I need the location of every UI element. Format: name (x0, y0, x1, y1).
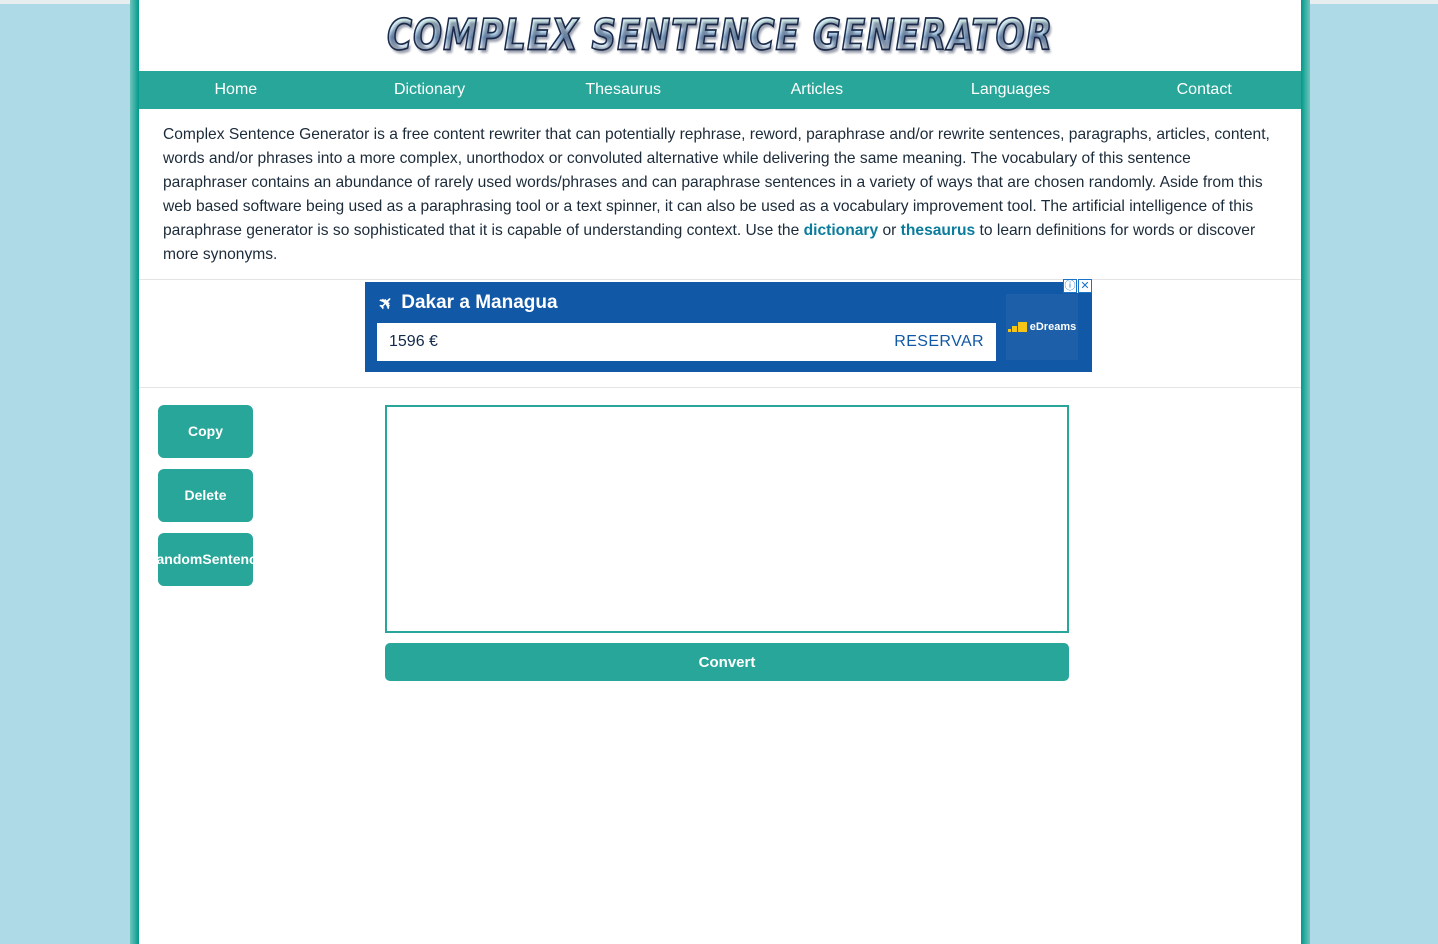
ad-headline-text: Dakar a Managua (401, 292, 558, 313)
nav-item-home[interactable]: Home (139, 71, 333, 109)
intro-separator: or (878, 222, 901, 239)
advertisement-zone: ✈ Dakar a Managua 1596 € RESERVAR eDream… (139, 279, 1301, 388)
nav-item-thesaurus[interactable]: Thesaurus (526, 71, 720, 109)
edreams-squares-icon (1007, 322, 1027, 332)
ad-content: ✈ Dakar a Managua 1596 € RESERVAR (365, 282, 1006, 372)
dictionary-link[interactable]: dictionary (804, 222, 879, 239)
left-border-strip (130, 0, 139, 944)
nav-item-contact[interactable]: Contact (1107, 71, 1301, 109)
nav-item-dictionary[interactable]: Dictionary (333, 71, 527, 109)
random-sentence-button[interactable]: Random Sentence (146, 533, 265, 586)
ad-banner[interactable]: ✈ Dakar a Managua 1596 € RESERVAR eDream… (365, 279, 1092, 372)
ad-headline: ✈ Dakar a Managua (374, 291, 996, 315)
sentence-input[interactable] (385, 405, 1069, 633)
ad-reserve-button[interactable]: RESERVAR (894, 333, 984, 351)
intro-paragraph: Complex Sentence Generator is a free con… (163, 123, 1279, 267)
adchoices-controls: ⓘ ✕ (1063, 279, 1092, 293)
advertiser-name: eDreams (1029, 321, 1077, 333)
ad-price: 1596 € (389, 333, 438, 350)
generator-tool: Copy Delete Random Sentence Convert (139, 388, 1301, 681)
site-header: Complex Sentence Generator (139, 0, 1301, 71)
main-navigation: Home Dictionary Thesaurus Articles Langu… (139, 71, 1301, 109)
random-sentence-label-line2: Sentence (202, 551, 265, 567)
page-container: Complex Sentence Generator Home Dictiona… (130, 0, 1310, 944)
advertiser-logo: eDreams (1006, 294, 1078, 360)
thesaurus-link[interactable]: thesaurus (901, 222, 976, 239)
right-border-strip (1301, 0, 1310, 944)
ad-close-icon[interactable]: ✕ (1078, 279, 1092, 293)
editor-column: Convert (385, 405, 1069, 681)
nav-item-articles[interactable]: Articles (720, 71, 914, 109)
copy-button[interactable]: Copy (158, 405, 253, 458)
convert-button[interactable]: Convert (385, 643, 1069, 681)
nav-item-languages[interactable]: Languages (914, 71, 1108, 109)
ad-info-icon[interactable]: ⓘ (1063, 279, 1077, 293)
tool-action-buttons: Copy Delete Random Sentence (146, 405, 265, 586)
delete-button[interactable]: Delete (158, 469, 253, 522)
site-logo: Complex Sentence Generator (386, 10, 1054, 61)
ad-cta-row[interactable]: 1596 € RESERVAR (377, 323, 996, 361)
intro-section: Complex Sentence Generator is a free con… (139, 109, 1301, 280)
random-sentence-label-line1: Random (146, 551, 203, 567)
airplane-icon: ✈ (374, 291, 398, 315)
